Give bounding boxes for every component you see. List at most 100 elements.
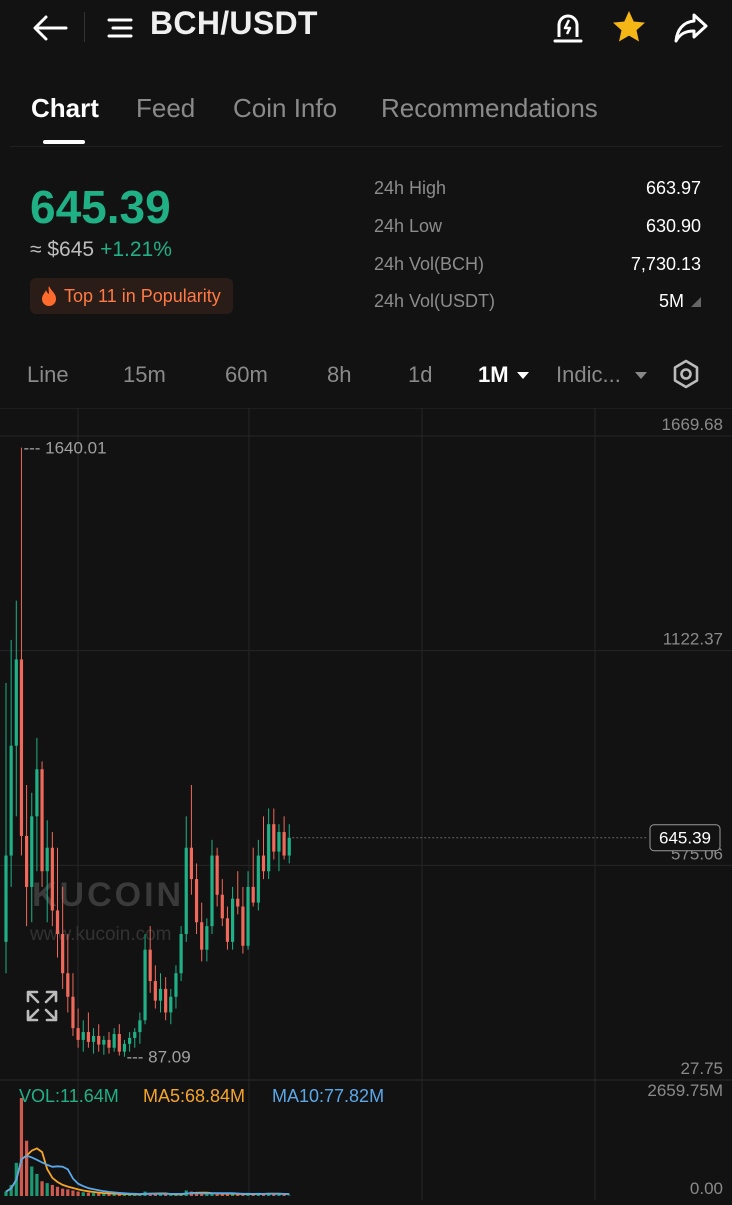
tab-feed[interactable]: Feed bbox=[136, 93, 195, 124]
stat-value-24h-high: 663.97 bbox=[646, 178, 701, 199]
vol-legend-ma5: MA5:68.84M bbox=[143, 1086, 245, 1107]
candle-body bbox=[288, 838, 291, 856]
candle-body bbox=[51, 848, 54, 911]
candle bbox=[138, 1012, 141, 1043]
volume-bar bbox=[66, 1189, 69, 1196]
fiat-price: ≈ $645 bbox=[30, 238, 94, 261]
volume-bar bbox=[20, 1098, 23, 1196]
watermark-text: KUCOIN bbox=[32, 876, 184, 914]
candle-body bbox=[118, 1034, 121, 1052]
popularity-badge[interactable]: Top 11 in Popularity bbox=[30, 278, 233, 314]
stat-label-24h-high: 24h High bbox=[374, 178, 446, 199]
candle bbox=[231, 887, 234, 950]
candle-body bbox=[180, 934, 183, 973]
candle-body bbox=[190, 848, 193, 879]
volume-bar bbox=[92, 1193, 95, 1196]
price-axis-label: 1669.68 bbox=[662, 415, 723, 434]
tab-coin-info[interactable]: Coin Info bbox=[233, 93, 337, 124]
pair-menu-button[interactable] bbox=[104, 12, 136, 44]
share-button[interactable] bbox=[670, 8, 712, 48]
favorite-button[interactable] bbox=[608, 6, 650, 48]
candle bbox=[169, 989, 172, 1024]
candle-body bbox=[102, 1040, 105, 1045]
candle bbox=[174, 965, 177, 1008]
arrow-left-icon bbox=[32, 14, 68, 42]
volume-axis-label: 2659.75M bbox=[647, 1081, 723, 1100]
candle bbox=[210, 840, 213, 934]
candle-body bbox=[154, 981, 157, 1001]
candle bbox=[216, 848, 219, 907]
pair-title[interactable]: BCH/USDT bbox=[150, 5, 318, 42]
candle-body bbox=[61, 934, 64, 973]
price-axis-label: 1122.37 bbox=[663, 630, 723, 649]
candle-body bbox=[97, 1036, 100, 1045]
candle-body bbox=[133, 1032, 136, 1038]
volume-bar bbox=[46, 1183, 49, 1196]
candle-body bbox=[272, 824, 275, 851]
volume-bar bbox=[102, 1194, 105, 1196]
timeframe-1m[interactable]: 1M bbox=[478, 362, 529, 388]
stat-value-24h-vol-usdt[interactable]: 5M bbox=[659, 291, 701, 312]
back-button[interactable] bbox=[28, 8, 72, 48]
volume-bar bbox=[97, 1193, 100, 1196]
chart-svg: KUCOINwww.kucoin.com --- 1640.01--- 87.0… bbox=[0, 408, 732, 1200]
candle bbox=[102, 1036, 105, 1055]
volume-bar bbox=[82, 1192, 85, 1196]
tab-chart[interactable]: Chart bbox=[31, 93, 99, 124]
timeframe-15m[interactable]: 15m bbox=[123, 362, 166, 388]
candle-body bbox=[15, 659, 18, 745]
indicators-dropdown[interactable]: Indic... bbox=[556, 362, 647, 388]
stat-value-24h-low: 630.90 bbox=[646, 216, 701, 237]
candle-body bbox=[77, 1028, 80, 1040]
tab-recommendations[interactable]: Recommendations bbox=[381, 93, 598, 124]
candle-body bbox=[221, 895, 224, 919]
candle-body bbox=[277, 832, 280, 852]
volume-bar bbox=[71, 1190, 74, 1196]
candle-body bbox=[159, 989, 162, 1001]
popularity-text: Top 11 in Popularity bbox=[64, 286, 221, 307]
share-icon bbox=[673, 12, 709, 44]
chart-settings-button[interactable] bbox=[668, 356, 704, 392]
caret-down-icon bbox=[635, 372, 647, 380]
candle bbox=[164, 977, 167, 1020]
candle bbox=[205, 918, 208, 961]
volume-bar bbox=[205, 1194, 208, 1196]
candle bbox=[92, 1028, 95, 1053]
price-alert-button[interactable] bbox=[548, 8, 588, 48]
candle bbox=[4, 683, 7, 973]
timeframe-1m-label: 1M bbox=[478, 362, 509, 387]
candle-body bbox=[257, 856, 260, 903]
volume-bar bbox=[30, 1167, 33, 1196]
candle bbox=[20, 448, 23, 856]
fullscreen-button[interactable] bbox=[22, 986, 62, 1026]
stat-label-24h-vol-usdt: 24h Vol(USDT) bbox=[374, 291, 495, 312]
timeframe-8h[interactable]: 8h bbox=[327, 362, 351, 388]
candle-body bbox=[241, 907, 244, 946]
candle bbox=[87, 1012, 90, 1047]
candle-body bbox=[10, 746, 13, 856]
timeframe-line[interactable]: Line bbox=[27, 362, 69, 388]
candle bbox=[66, 934, 69, 1012]
candle bbox=[97, 1024, 100, 1051]
candle bbox=[190, 785, 193, 895]
expand-icon bbox=[25, 989, 59, 1023]
fire-icon bbox=[40, 285, 58, 307]
candle bbox=[113, 1028, 116, 1052]
candle-body bbox=[164, 989, 167, 1013]
indicators-label: Indic... bbox=[556, 362, 621, 387]
candlestick-chart[interactable]: KUCOINwww.kucoin.com --- 1640.01--- 87.0… bbox=[0, 408, 732, 1200]
candle-body bbox=[185, 848, 188, 934]
price-alert-icon bbox=[552, 11, 584, 45]
candle bbox=[283, 816, 286, 859]
timeframe-60m[interactable]: 60m bbox=[225, 362, 268, 388]
candle bbox=[277, 824, 280, 871]
timeframe-1d[interactable]: 1d bbox=[408, 362, 432, 388]
candle-body bbox=[216, 856, 219, 895]
vol-legend-vol: VOL:11.64M bbox=[19, 1086, 119, 1107]
candle-body bbox=[128, 1038, 131, 1044]
candle-body bbox=[4, 856, 7, 942]
candle-body bbox=[71, 997, 74, 1028]
candle-body bbox=[149, 950, 152, 981]
volume-bar bbox=[40, 1181, 43, 1196]
candle-body bbox=[205, 926, 208, 950]
